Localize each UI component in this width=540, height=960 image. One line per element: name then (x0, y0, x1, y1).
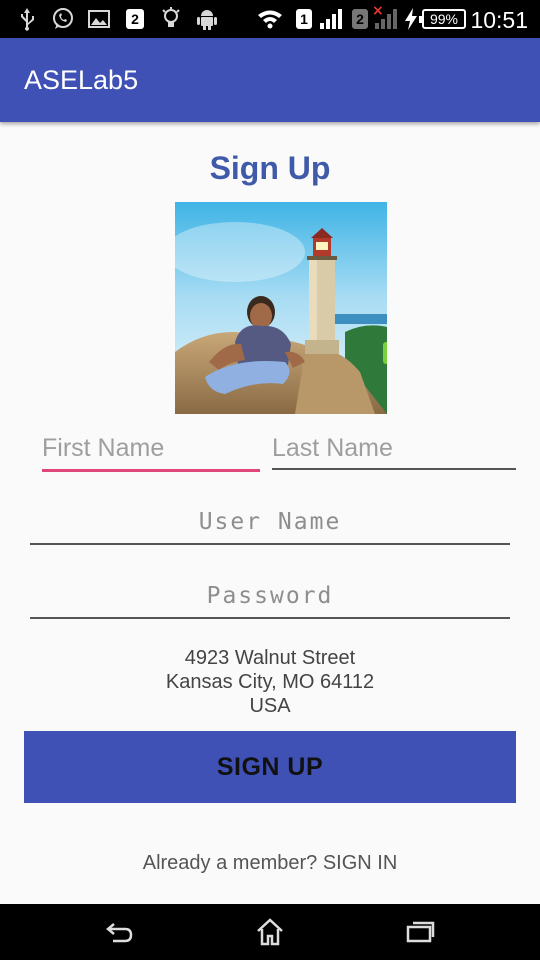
last-name-input[interactable] (272, 430, 516, 466)
android-icon (195, 0, 219, 38)
page-title: Sign Up (209, 150, 331, 186)
first-name-input[interactable] (42, 430, 260, 466)
first-name-field[interactable] (42, 430, 260, 472)
status-bar: 2 1 2 × 99% 10:51 (0, 0, 540, 38)
battery-icon: 99% (419, 0, 466, 38)
password-input[interactable] (30, 578, 510, 614)
back-icon[interactable] (80, 904, 160, 960)
notification-count-icon: 2 (124, 0, 146, 38)
sim2-badge: 2 (350, 0, 370, 38)
whatsapp-icon (50, 0, 76, 38)
address-line-3: USA (249, 695, 291, 717)
wifi-icon (256, 0, 284, 38)
user-name-field[interactable] (30, 504, 510, 545)
charging-icon (402, 0, 420, 38)
signup-button[interactable]: SIGN UP (24, 731, 516, 803)
address-line-1: 4923 Walnut Street (184, 647, 356, 669)
signin-link[interactable]: Already a member? SIGN IN (0, 852, 540, 875)
address-block: 4923 Walnut Street Kansas City, MO 64112… (0, 646, 540, 718)
app-bar: ASELab5 (0, 38, 540, 122)
user-name-input[interactable] (30, 504, 510, 540)
sim1-signal-icon (318, 0, 344, 38)
user-name-underline (30, 543, 510, 545)
password-underline (30, 617, 510, 619)
bulb-icon (160, 0, 182, 38)
last-name-underline (272, 468, 516, 470)
nav-bar (0, 904, 540, 960)
clock: 10:51 (470, 7, 528, 33)
app-title: ASELab5 (24, 65, 139, 95)
gallery-icon (87, 0, 111, 38)
recents-icon[interactable] (380, 904, 460, 960)
usb-icon (16, 0, 38, 38)
password-field[interactable] (30, 578, 510, 619)
home-icon[interactable] (230, 904, 310, 960)
profile-image[interactable] (175, 202, 387, 414)
profile-photo (175, 202, 387, 414)
last-name-field[interactable] (272, 430, 516, 470)
battery-percent: 99% (419, 9, 466, 29)
first-name-underline (42, 469, 260, 472)
sim1-badge: 1 (294, 0, 314, 38)
notification-badge: 2 (126, 9, 144, 29)
address-line-2: Kansas City, MO 64112 (165, 671, 375, 693)
sim2-signal-icon: × (372, 0, 400, 38)
